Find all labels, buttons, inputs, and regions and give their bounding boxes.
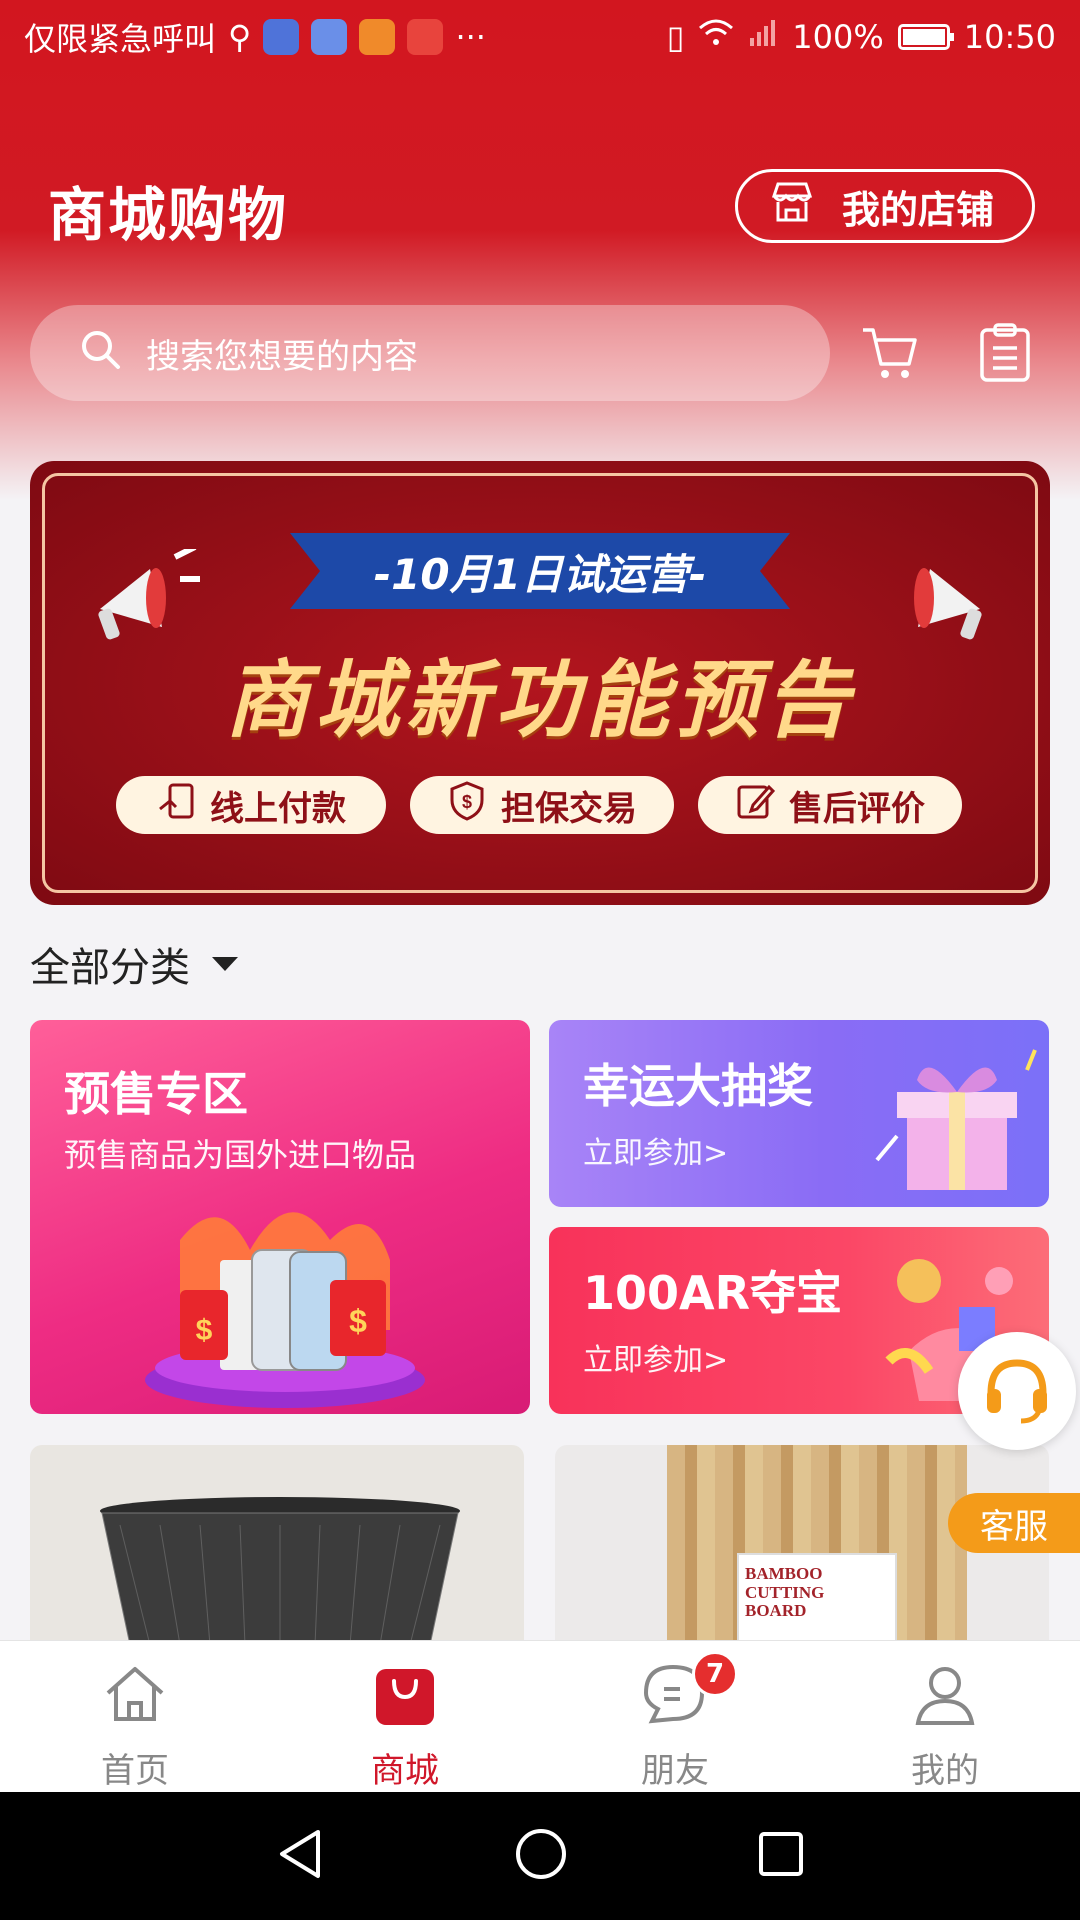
category-label: 全部分类 xyxy=(30,945,190,991)
tab-friends[interactable]: 7 朋友 xyxy=(540,1641,810,1792)
tab-home[interactable]: 首页 xyxy=(0,1641,270,1792)
shopping-bag-icon xyxy=(365,1655,445,1733)
presale-subtitle: 预售商品为国外进口物品 xyxy=(64,1136,417,1174)
status-bar: 仅限紧急呼叫 ⚲ ··· ▯ 100% 10:50 xyxy=(0,0,1080,74)
store-icon xyxy=(768,178,816,235)
banner-pill-label: 担保交易 xyxy=(501,788,637,829)
payment-icon xyxy=(156,781,196,830)
app-notification-icon xyxy=(263,19,300,55)
product-card-wastebasket[interactable] xyxy=(30,1445,524,1645)
more-notifications-icon: ··· xyxy=(455,18,486,56)
tab-mall[interactable]: 商城 xyxy=(270,1641,540,1792)
signal-icon xyxy=(748,18,778,56)
edit-icon xyxy=(735,781,776,830)
customer-service-button[interactable] xyxy=(958,1332,1076,1450)
treasure-subtitle: 立即参加> xyxy=(583,1343,729,1378)
banner-pill-label: 售后评价 xyxy=(789,788,925,829)
my-store-button[interactable]: 我的店铺 xyxy=(735,169,1035,243)
tab-me[interactable]: 我的 xyxy=(810,1641,1080,1792)
shield-dollar-icon: $ xyxy=(447,780,487,831)
home-circle-icon[interactable] xyxy=(513,1826,569,1886)
banner-pill-guarantee: $ 担保交易 xyxy=(410,776,674,834)
recents-icon[interactable] xyxy=(756,1829,806,1883)
category-dropdown[interactable]: 全部分类 xyxy=(30,935,238,993)
header-background xyxy=(0,0,1080,520)
search-icon xyxy=(78,327,122,380)
svg-text:$: $ xyxy=(349,1303,367,1339)
banner-date-ribbon: -10月1日试运营- xyxy=(290,533,790,609)
caret-down-icon xyxy=(212,957,238,971)
back-icon[interactable] xyxy=(274,1826,326,1886)
unread-badge: 7 xyxy=(692,1651,738,1697)
presale-illustration: $ $ xyxy=(140,1180,430,1414)
vibrate-icon: ▯ xyxy=(666,18,685,56)
browser-notification-icon xyxy=(311,19,348,55)
video-notification-icon xyxy=(359,19,396,55)
wifi-icon xyxy=(698,18,734,56)
my-store-label: 我的店铺 xyxy=(842,187,995,232)
bottom-tab-bar: 首页 商城 7 朋友 我的 xyxy=(0,1640,1080,1792)
cutting-board-label: BAMBOO CUTTING BOARD xyxy=(745,1564,825,1621)
banner-headline: 商城新功能预告 xyxy=(224,651,855,749)
headset-icon xyxy=(979,1351,1055,1431)
banner-pill-label: 线上付款 xyxy=(210,788,346,829)
tab-home-label: 首页 xyxy=(101,1751,169,1791)
gift-box-illustration xyxy=(867,1040,1047,1204)
carrier-text: 仅限紧急呼叫 xyxy=(24,20,217,58)
search-placeholder: 搜索您想要的内容 xyxy=(146,336,418,377)
usb-icon: ⚲ xyxy=(228,18,252,56)
battery-percent: 100% xyxy=(792,18,884,56)
system-nav-bar xyxy=(0,1792,1080,1920)
lottery-title: 幸运大抽奖 xyxy=(583,1059,813,1113)
promo-banner[interactable]: -10月1日试运营- 商城新功能预告 线上付款 $ 担保交易 售后评价 xyxy=(30,461,1050,905)
lottery-card[interactable]: 幸运大抽奖 立即参加> xyxy=(549,1020,1049,1207)
presale-card[interactable]: 预售专区 预售商品为国外进口物品 $ $ xyxy=(30,1020,530,1414)
svg-text:$: $ xyxy=(462,792,472,812)
presale-title: 预售专区 xyxy=(64,1067,248,1121)
customer-service-label[interactable]: 客服 xyxy=(948,1493,1080,1553)
page-title: 商城购物 xyxy=(48,181,289,249)
tab-mall-label: 商城 xyxy=(371,1751,439,1791)
banner-pill-payment: 线上付款 xyxy=(116,776,386,834)
lottery-subtitle: 立即参加> xyxy=(583,1136,729,1171)
huawei-notification-icon xyxy=(407,19,444,55)
tab-me-label: 我的 xyxy=(911,1751,979,1791)
cart-icon[interactable] xyxy=(855,318,925,388)
clock: 10:50 xyxy=(963,18,1056,56)
orders-icon[interactable] xyxy=(970,318,1040,388)
cutting-board-image: BAMBOO CUTTING BOARD xyxy=(667,1445,967,1645)
tab-friends-label: 朋友 xyxy=(641,1751,709,1791)
svg-text:$: $ xyxy=(196,1314,213,1347)
search-input[interactable]: 搜索您想要的内容 xyxy=(30,305,830,401)
treasure-title: 100AR夺宝 xyxy=(583,1266,843,1320)
home-icon xyxy=(95,1655,175,1733)
wastebasket-image xyxy=(90,1495,470,1645)
battery-icon xyxy=(897,24,954,50)
user-icon xyxy=(905,1655,985,1733)
banner-pill-review: 售后评价 xyxy=(698,776,962,834)
